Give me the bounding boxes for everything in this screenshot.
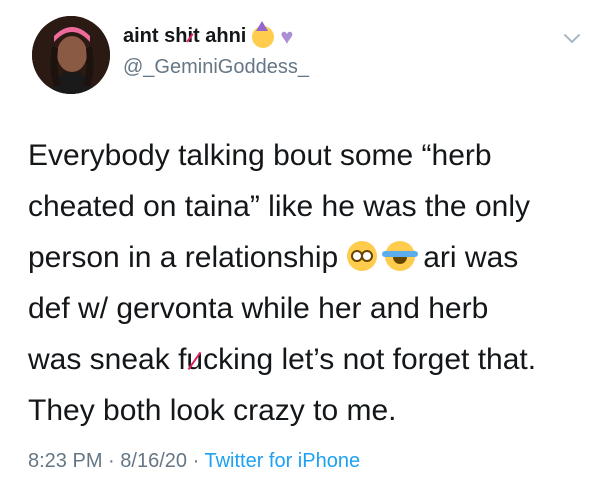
avatar-photo xyxy=(32,16,110,94)
tweet-line: was sneak fucking let’s not forget that. xyxy=(28,334,573,385)
tweet-time[interactable]: 8:23 PM xyxy=(28,450,102,472)
tweet-line: person in a relationship ari was xyxy=(28,232,573,283)
author-name[interactable]: aint sh i t ahni ♥ xyxy=(123,20,294,49)
author-name-part1: aint sh xyxy=(123,25,188,47)
tweet-line-segment: was sneak f xyxy=(28,343,187,376)
tweet-censored-char: u xyxy=(186,334,203,385)
tweet-line: Everybody talking bout some “herb xyxy=(28,139,492,172)
tears-of-joy-icon xyxy=(381,241,418,271)
tweet-date[interactable]: 8/16/20 xyxy=(120,450,187,472)
meta-separator: · xyxy=(108,450,115,472)
flushed-face-icon xyxy=(346,241,377,271)
author-name-censored-char: i xyxy=(187,25,194,47)
chevron-down-icon[interactable] xyxy=(562,30,582,46)
partying-face-icon xyxy=(252,20,275,48)
tweet-line-segment: person in a relationship xyxy=(28,241,339,274)
tweet-line-segment: ari was xyxy=(423,241,519,274)
tweet-line: def w/ gervonta while her and herb xyxy=(28,292,489,325)
tweet-meta: 8:23 PM · 8/16/20 · Twitter for iPhone xyxy=(28,450,360,473)
tweet-line: They both look crazy to me. xyxy=(28,394,397,427)
tweet-line-segment: cking let’s not forget that. xyxy=(203,343,537,376)
meta-separator: · xyxy=(192,450,200,472)
tweet-text: Everybody talking bout some “herb cheate… xyxy=(28,130,573,436)
purple-heart-icon: ♥ xyxy=(280,23,294,49)
tweet-source-link[interactable]: Twitter for iPhone xyxy=(204,450,360,472)
author-handle[interactable]: @_GeminiGoddess_ xyxy=(123,56,309,79)
tweet-line: cheated on taina” like he was the only xyxy=(28,190,530,223)
avatar[interactable] xyxy=(32,16,110,94)
author-name-part2: t ahni xyxy=(193,25,247,47)
